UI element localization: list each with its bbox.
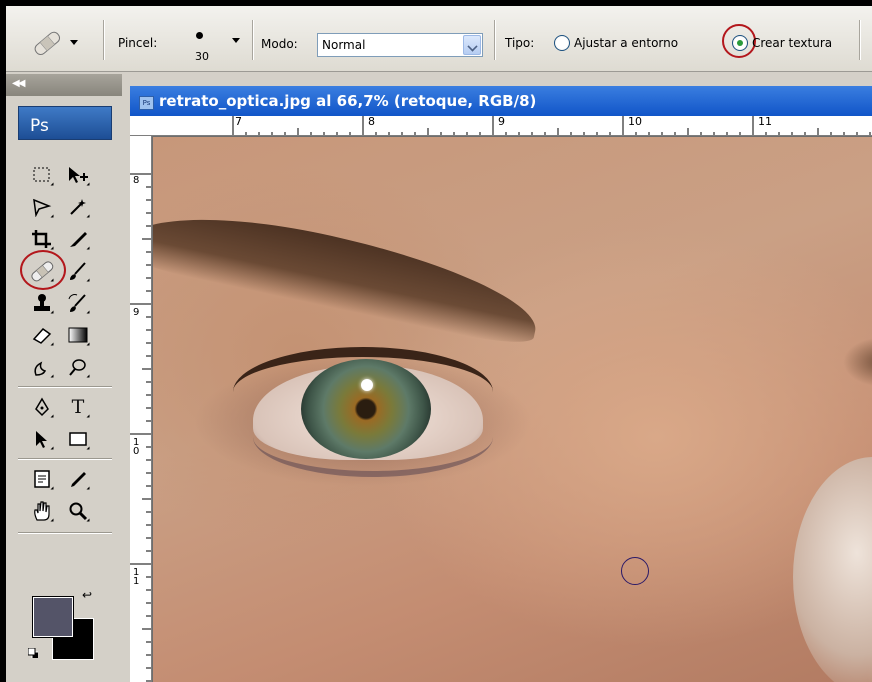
chevron-down-icon [70,40,78,45]
brush-label: Pincel: [118,36,158,50]
rectangle-shape-tool[interactable] [62,424,94,454]
chevron-down-icon [232,38,240,43]
pen-tool[interactable] [26,392,58,422]
rectangle-shape-icon [69,432,87,446]
zoom-icon [69,502,88,521]
band-aid-icon [34,31,61,56]
clone-stamp-icon [34,294,50,311]
pen-icon [35,397,49,417]
clone-stamp-tool[interactable] [26,288,58,318]
gradient-tool[interactable] [62,320,94,350]
photoshop-window: Pincel: 30 Modo: Normal Tipo: Ajustar a … [6,6,872,682]
type-label: Tipo: [505,36,535,50]
ps-document-icon: Ps [139,96,154,110]
dropdown-arrow-icon[interactable] [463,35,481,55]
gradient-icon [68,327,88,343]
eraser-tool[interactable] [26,320,58,350]
brush-icon [70,262,86,280]
dodge-tool[interactable] [62,352,94,382]
blur-tool[interactable] [26,352,58,382]
ruler-label: 9 [498,116,505,128]
toolbox-divider [18,386,112,388]
path-selection-tool[interactable] [26,424,58,454]
move-tool[interactable] [62,160,94,190]
radio-label-ajustar: Ajustar a entorno [574,36,679,50]
ruler-horizontal[interactable]: 7 8 9 10 11 [130,116,872,136]
brush-cursor [621,557,649,585]
right-eyebrow [843,337,872,387]
mode-select[interactable]: Normal [317,33,483,57]
ruler-label: 10 [628,116,642,128]
slice-icon [70,232,87,247]
type-icon: T [71,396,85,418]
rectangular-marquee-tool[interactable] [26,160,58,190]
eyedropper-icon [71,472,86,487]
right-eye-area [793,457,872,682]
tool-preset-picker[interactable] [30,28,78,58]
type-tool[interactable]: T [62,392,94,422]
upper-eyelid [233,347,493,392]
image-canvas[interactable] [153,137,872,682]
ps-logo[interactable]: Ps [18,106,112,140]
zoom-tool[interactable] [62,496,94,526]
slice-tool[interactable] [62,224,94,254]
magic-wand-tool[interactable] [62,192,94,222]
highlight-circle [722,24,756,58]
divider [494,20,496,60]
toolbox: ◀◀ Ps T ↩ [6,74,122,682]
ruler-label: 8 [368,116,375,128]
crop-icon [32,230,51,248]
magic-wand-icon [70,199,86,215]
document-title: retrato_optica.jpg al 66,7% (retoque, RG… [159,92,537,110]
toolbox-divider [18,532,112,534]
ruler-ticks [130,173,151,682]
document-title-bar[interactable]: Ps retrato_optica.jpg al 66,7% (retoque,… [130,86,872,116]
hand-icon [34,501,50,521]
ruler-label: 7 [235,116,242,128]
divider [252,20,254,60]
highlight-circle [20,250,66,290]
foreground-color-swatch[interactable] [32,596,74,638]
history-brush-tool[interactable] [62,288,94,318]
mode-value: Normal [322,38,366,52]
eyedropper-tool[interactable] [62,464,94,494]
divider [859,20,861,60]
history-brush-icon [68,294,86,312]
brush-tool[interactable] [62,256,94,286]
lasso-tool[interactable] [26,192,58,222]
divider [103,20,105,60]
ruler-vertical[interactable]: 8 9 10 11 [130,136,152,682]
ruler-label: 11 [133,567,140,587]
ruler-label: 9 [133,307,140,318]
toolbox-divider [18,458,112,460]
brush-picker[interactable]: 30 [186,24,246,66]
eraser-icon [32,328,52,344]
ruler-label: 8 [133,175,140,186]
move-icon [69,167,88,183]
dodge-icon [69,359,86,376]
blur-icon [34,361,47,376]
collapse-icon[interactable]: ◀◀ [12,78,25,89]
hand-tool[interactable] [26,496,58,526]
radio-ajustar-a-entorno[interactable] [554,35,570,51]
default-colors-icon[interactable] [28,648,38,658]
rectangular-marquee-icon [33,167,50,182]
brush-tip-icon [196,32,203,39]
left-eyebrow [153,194,546,350]
notes-tool[interactable] [26,464,58,494]
brush-size: 30 [195,50,209,63]
swap-colors-icon[interactable]: ↩ [82,588,92,602]
mode-label: Modo: [261,37,298,51]
ruler-label: 10 [133,437,140,457]
lasso-icon [33,198,52,217]
radio-label-crear-textura: Crear textura [752,36,833,50]
notes-icon [34,470,50,488]
toolbox-header[interactable]: ◀◀ [6,74,122,96]
path-selection-icon [36,431,47,448]
document-window: Ps retrato_optica.jpg al 66,7% (retoque,… [130,86,872,682]
ruler-label: 11 [758,116,772,128]
options-bar: Pincel: 30 Modo: Normal Tipo: Ajustar a … [6,6,872,72]
